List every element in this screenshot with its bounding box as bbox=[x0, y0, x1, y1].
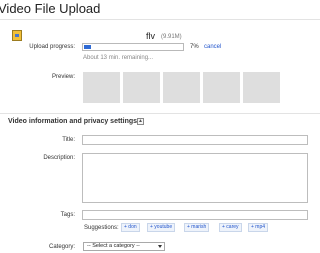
page-title: Video File Upload bbox=[0, 1, 101, 16]
title-label: Title: bbox=[62, 137, 75, 143]
description-label: Description: bbox=[43, 155, 75, 161]
suggestion-tag[interactable]: + don bbox=[121, 223, 140, 232]
preview-label: Preview: bbox=[51, 74, 75, 80]
tags-input[interactable] bbox=[82, 210, 308, 220]
suggestion-tag[interactable]: + mp4 bbox=[248, 223, 269, 232]
title-divider bbox=[0, 19, 320, 20]
tags-label: Tags: bbox=[60, 212, 75, 218]
category-selected: -- Select a category -- bbox=[87, 243, 140, 249]
suggestion-tag[interactable]: + youtube bbox=[147, 223, 176, 232]
preview-thumbnail bbox=[243, 72, 280, 103]
suggestion-tag[interactable]: + marish bbox=[184, 223, 210, 232]
description-input[interactable] bbox=[82, 153, 308, 203]
chevron-down-icon bbox=[158, 245, 162, 248]
time-remaining: About 13 min. remaining... bbox=[83, 55, 154, 61]
suggestion-tag[interactable]: + carey bbox=[219, 223, 242, 232]
category-select[interactable]: -- Select a category -- bbox=[83, 242, 165, 251]
section-divider bbox=[0, 113, 320, 114]
upload-percent: 7% bbox=[190, 44, 199, 50]
preview-thumbnail bbox=[163, 72, 200, 103]
cancel-upload-link[interactable]: cancel bbox=[204, 44, 221, 50]
preview-thumbnail bbox=[203, 72, 240, 103]
file-name: flv bbox=[146, 31, 155, 41]
suggestions-label: Suggestions: bbox=[84, 225, 119, 231]
file-icon bbox=[12, 30, 22, 41]
title-input[interactable] bbox=[82, 135, 308, 145]
upload-progress-bar bbox=[82, 43, 184, 51]
preview-thumbnail bbox=[83, 72, 120, 103]
collapse-icon[interactable]: ▲ bbox=[137, 118, 144, 125]
section-title: Video information and privacy settings bbox=[8, 118, 138, 125]
file-size: (9.91M) bbox=[161, 34, 182, 40]
upload-progress-fill bbox=[84, 45, 91, 49]
upload-progress-label: Upload progress: bbox=[29, 44, 75, 50]
category-label: Category: bbox=[48, 244, 75, 250]
preview-thumbnail bbox=[123, 72, 160, 103]
